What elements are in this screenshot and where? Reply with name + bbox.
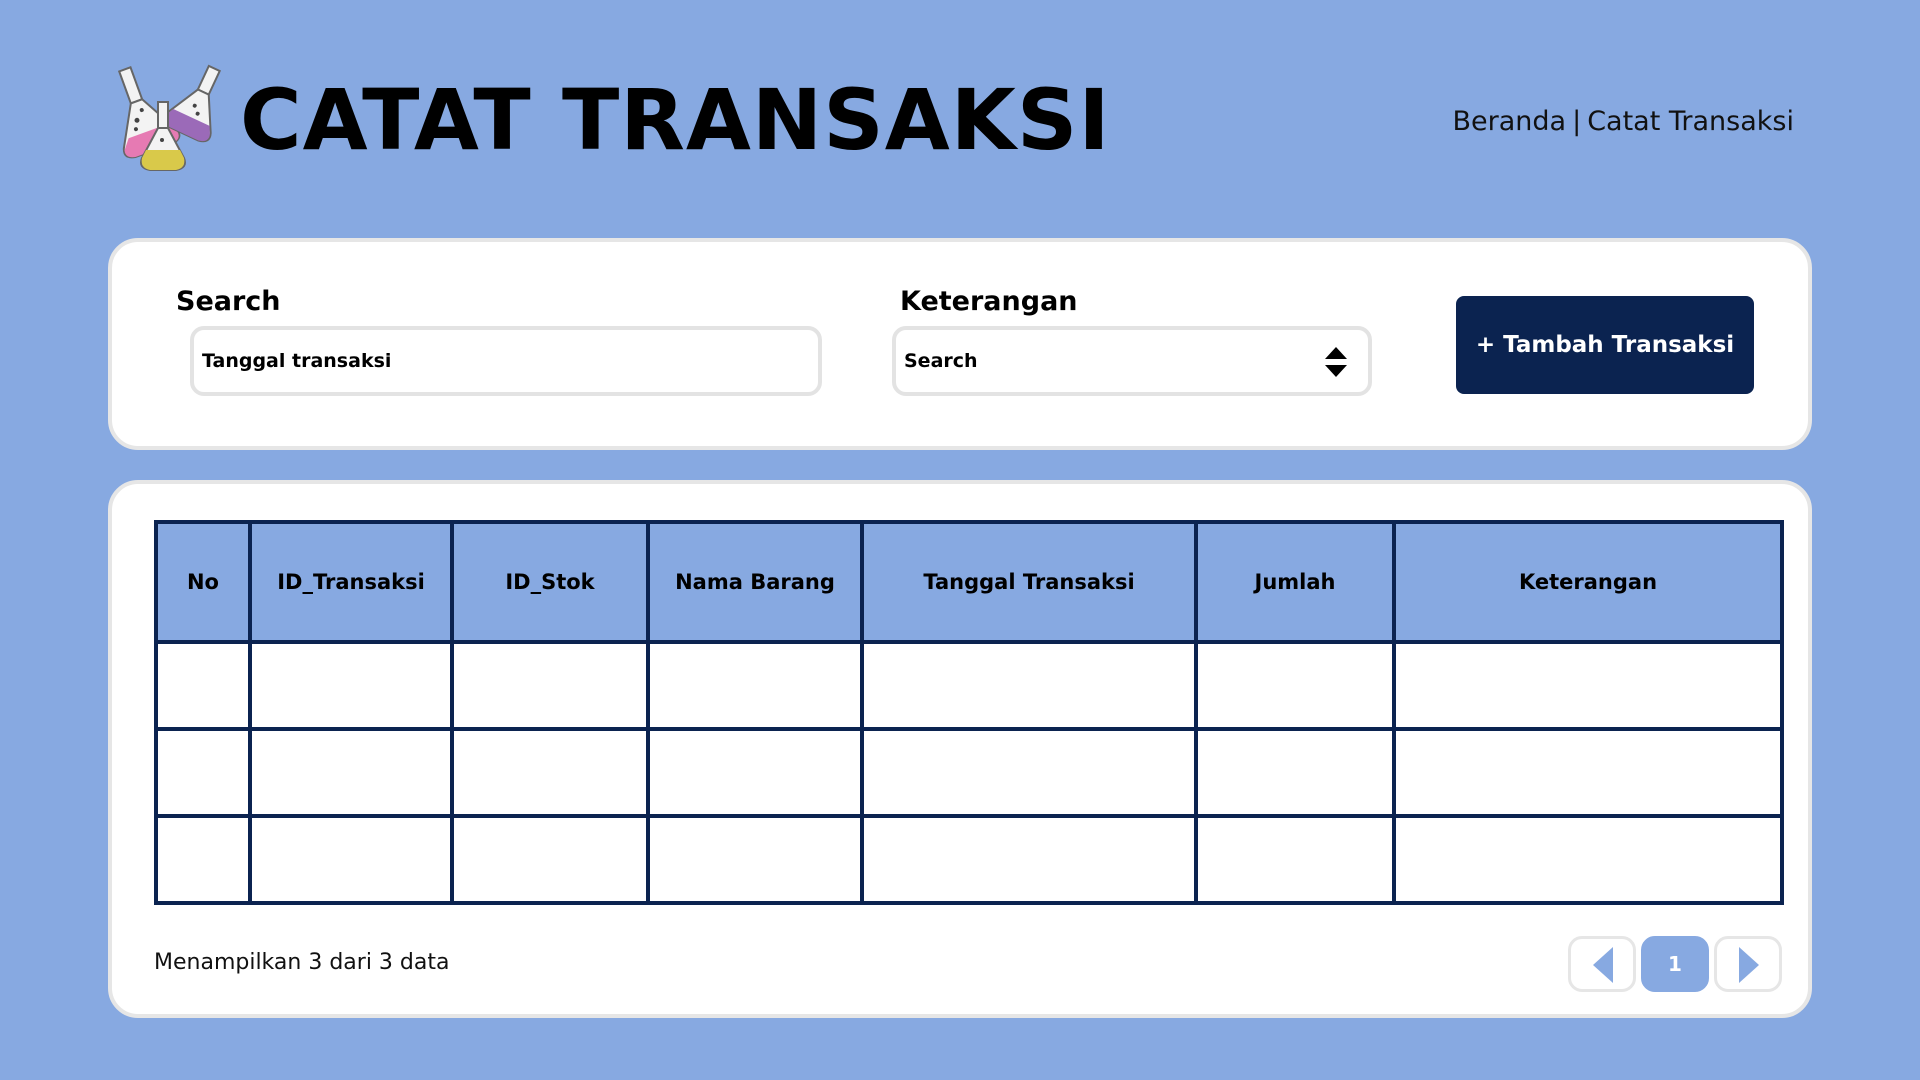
page-header: CATAT TRANSAKSI Beranda | Catat Transaksi [0,0,1920,230]
column-header-jumlah: Jumlah [1194,520,1396,644]
table-cell [1194,727,1396,818]
chevron-left-icon [1593,947,1613,983]
keterangan-label: Keterangan [900,286,1078,317]
page-number-button[interactable]: 1 [1641,936,1709,992]
table-row [154,814,1784,905]
search-input[interactable] [190,326,822,396]
table-row [154,727,1784,818]
breadcrumb-beranda-link[interactable]: Beranda [1453,106,1567,137]
keterangan-select-value: Search [904,350,978,372]
column-header-id-stok: ID_Stok [450,520,650,644]
table-cell [154,640,252,731]
table-row [154,640,1784,731]
table-cell [450,640,650,731]
table-cell [860,814,1198,905]
table-card: No ID_Transaksi ID_Stok Nama Barang Tang… [108,480,1812,1018]
transactions-table: No ID_Transaksi ID_Stok Nama Barang Tang… [154,520,1784,905]
table-cell [646,727,864,818]
column-header-nama-barang: Nama Barang [646,520,864,644]
table-cell [646,640,864,731]
next-page-button[interactable] [1714,936,1782,992]
pagination-info: Menampilkan 3 dari 3 data [154,950,450,975]
table-cell [1392,814,1784,905]
table-cell [1392,727,1784,818]
table-cell [154,814,252,905]
previous-page-button[interactable] [1568,936,1636,992]
table-cell [248,727,454,818]
table-header-row: No ID_Transaksi ID_Stok Nama Barang Tang… [154,520,1784,644]
table-cell [450,814,650,905]
column-header-keterangan: Keterangan [1392,520,1784,644]
table-cell [1392,640,1784,731]
table-cell [154,727,252,818]
search-label: Search [176,286,281,317]
table-cell [646,814,864,905]
column-header-no: No [154,520,252,644]
column-header-tanggal-transaksi: Tanggal Transaksi [860,520,1198,644]
table-cell [860,727,1198,818]
column-header-id-transaksi: ID_Transaksi [248,520,454,644]
table-cell [450,727,650,818]
breadcrumb: Beranda | Catat Transaksi [1453,104,1795,140]
add-transaction-button[interactable]: + Tambah Transaksi [1456,296,1754,394]
table-cell [860,640,1198,731]
table-cell [1194,814,1396,905]
table-cell [248,640,454,731]
chevron-right-icon [1739,947,1759,983]
breadcrumb-current: Catat Transaksi [1587,106,1794,137]
table-cell [1194,640,1396,731]
table-cell [248,814,454,905]
keterangan-select[interactable]: Search [892,326,1372,396]
sort-arrows-icon [1324,347,1348,377]
page-title: CATAT TRANSAKSI [240,71,1111,169]
lab-flasks-icon [104,62,224,174]
filter-card: Search Keterangan Search + Tambah Transa… [108,238,1812,450]
breadcrumb-separator: | [1572,106,1582,137]
